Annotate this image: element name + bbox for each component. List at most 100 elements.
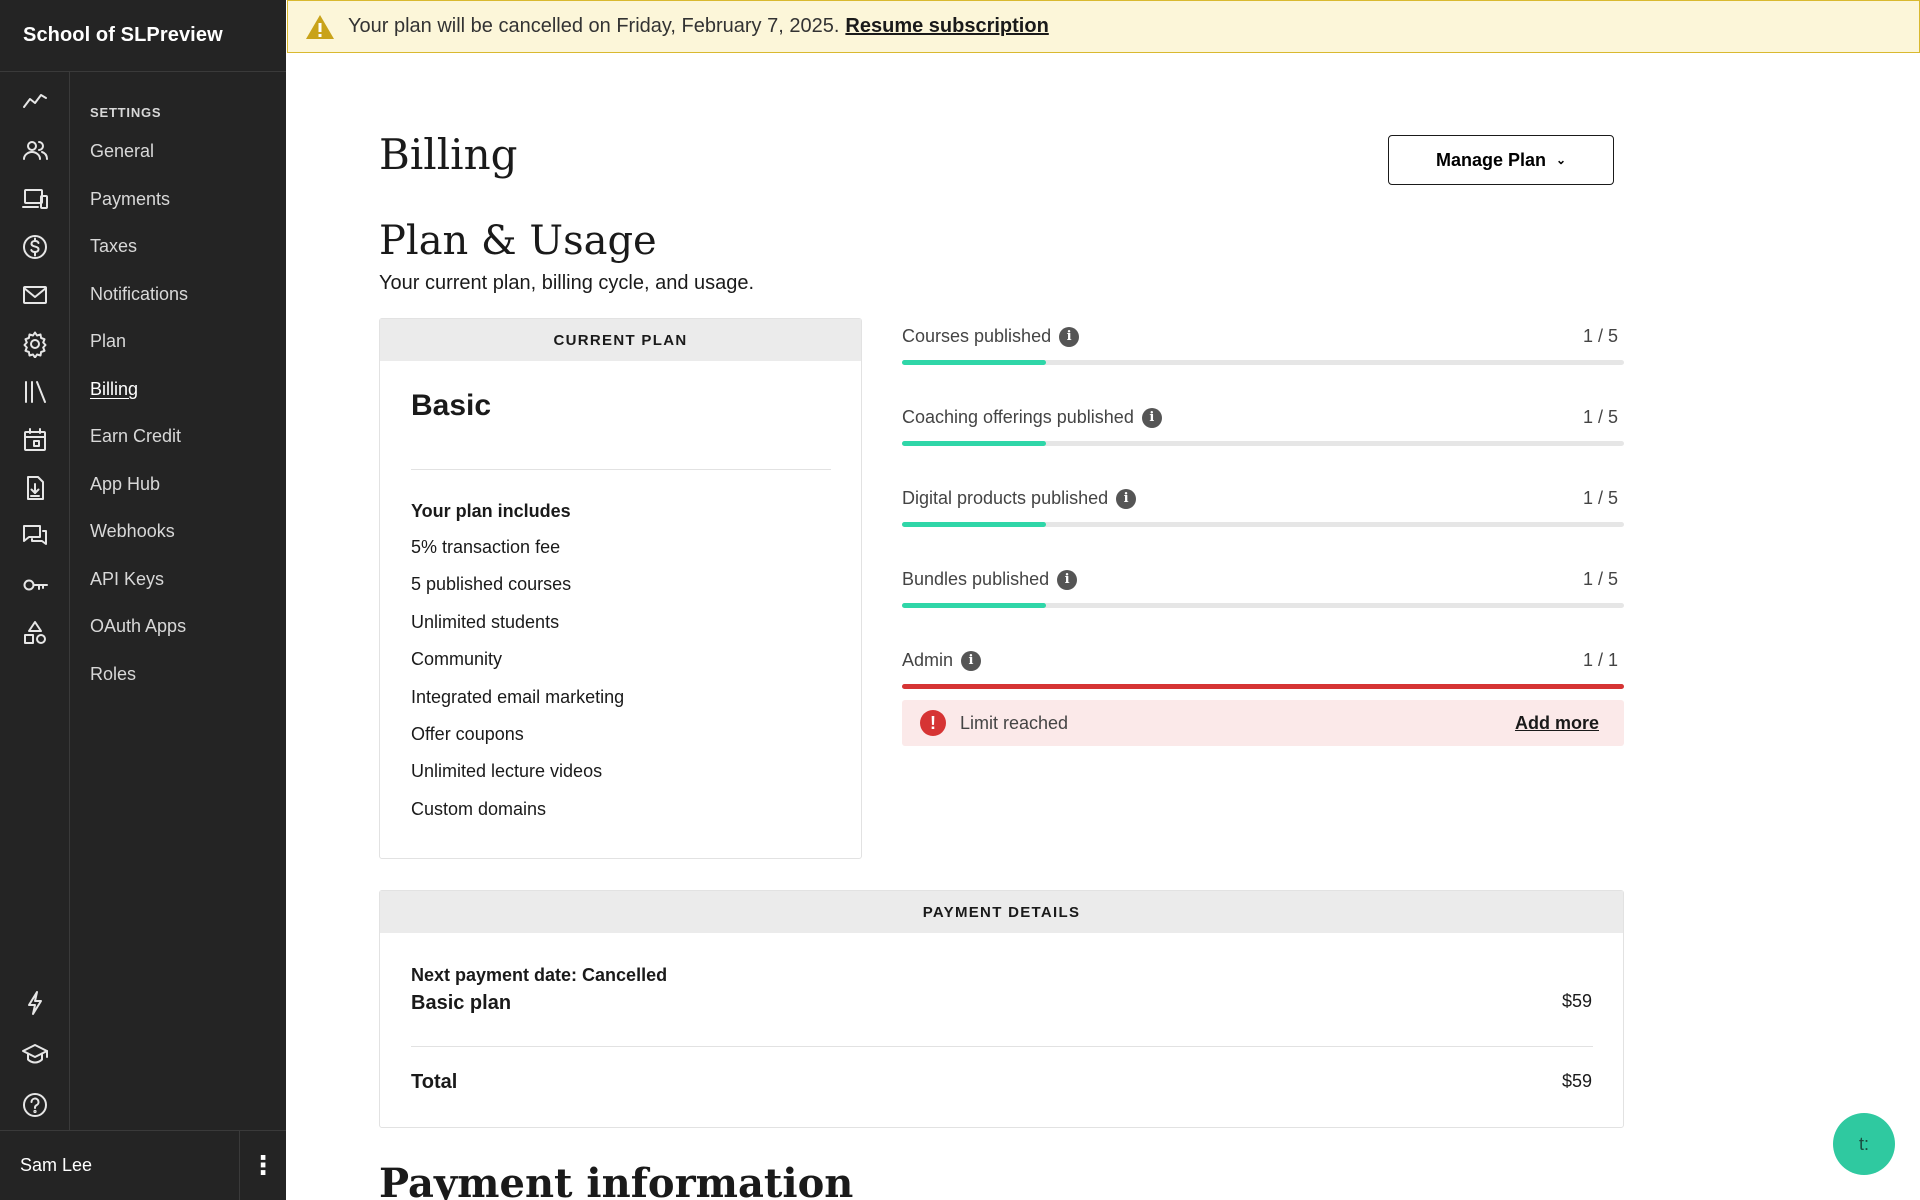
calendar-icon[interactable] (19, 424, 51, 456)
total-label: Total (411, 1071, 458, 1093)
meter-fill (902, 522, 1047, 527)
limit-text: Limit reached (960, 712, 1069, 733)
list-item: Unlimited lecture videos (411, 761, 603, 782)
chat-launcher-label: t: (1858, 1133, 1869, 1154)
sidebar-item-payments[interactable]: Payments (90, 176, 280, 224)
meter-label: Coaching offerings published (902, 407, 1134, 427)
meter-track (902, 603, 1624, 608)
info-icon[interactable]: i (1141, 407, 1162, 428)
help-icon[interactable] (19, 1089, 51, 1121)
school-header[interactable]: School of SLPreview (0, 0, 286, 72)
gear-icon[interactable] (19, 328, 51, 360)
info-icon[interactable]: i (1059, 326, 1080, 347)
list-item: Unlimited students (411, 611, 560, 632)
sidebar-item-webhooks[interactable]: Webhooks (90, 508, 280, 556)
info-icon[interactable]: i (961, 650, 982, 671)
settings-heading: SETTINGS (90, 105, 162, 120)
sidebar-item-notifications[interactable]: Notifications (90, 271, 280, 319)
current-plan-card: CURRENT PLAN Basic Your plan includes 5%… (379, 318, 862, 859)
more-vertical-icon[interactable]: ⋮ (240, 1131, 286, 1200)
list-item: Offer coupons (411, 723, 524, 744)
sidebar-item-general[interactable]: General (90, 128, 280, 176)
list-item: Community (411, 649, 503, 670)
payment-details-header: PAYMENT DETAILS (380, 891, 1623, 933)
chat-icon[interactable] (19, 520, 51, 552)
list-item: 5 published courses (411, 574, 572, 595)
chat-launcher-button[interactable]: t: (1833, 1113, 1895, 1175)
meter-label: Bundles published (902, 569, 1050, 589)
download-doc-icon[interactable] (19, 472, 51, 504)
sidebar-item-billing[interactable]: Billing (90, 366, 280, 414)
list-item: 5% transaction fee (411, 537, 561, 557)
usage-meter-digital-products: Digital products published i 1 / 5 (902, 482, 1624, 563)
plan-includes-title: Your plan includes (411, 501, 571, 521)
section-subtitle: Your current plan, billing cycle, and us… (379, 272, 755, 294)
users-icon[interactable] (19, 135, 51, 167)
mail-icon[interactable] (19, 279, 51, 311)
key-icon[interactable] (19, 569, 51, 601)
meter-value: 1 / 5 (1582, 326, 1618, 346)
sidebar-item-api-keys[interactable]: API Keys (90, 556, 280, 604)
meter-track (902, 522, 1624, 527)
info-icon[interactable]: i (1116, 488, 1137, 509)
shapes-icon[interactable] (19, 617, 51, 649)
cancellation-banner: Your plan will be cancelled on Friday, F… (287, 0, 1920, 53)
warning-icon (306, 14, 334, 39)
add-more-link[interactable]: Add more (1515, 713, 1599, 734)
next-payment-date: Next payment date: Cancelled (411, 965, 668, 985)
meter-track (902, 360, 1624, 365)
dollar-icon[interactable] (19, 231, 51, 263)
sidebar-item-app-hub[interactable]: App Hub (90, 461, 280, 509)
usage-meter-courses: Courses published i 1 / 5 (902, 320, 1624, 401)
settings-nav: SETTINGS General Payments Taxes Notifica… (90, 100, 280, 698)
sidebar-item-taxes[interactable]: Taxes (90, 223, 280, 271)
user-footer: Sam Lee ⋮ (0, 1130, 286, 1200)
lightning-icon[interactable] (19, 987, 51, 1019)
usage-meter-coaching: Coaching offerings published i 1 / 5 (902, 401, 1624, 482)
divider (411, 469, 831, 470)
meter-label: Courses published (902, 326, 1052, 346)
icon-rail (0, 72, 70, 1130)
payment-details-card: PAYMENT DETAILS Next payment date: Cance… (379, 890, 1624, 1128)
devices-icon[interactable] (19, 183, 51, 215)
meter-fill (902, 684, 1624, 689)
list-item: Custom domains (411, 798, 547, 819)
limit-reached-alert: ! Limit reached Add more (902, 700, 1624, 746)
current-plan-header: CURRENT PLAN (380, 319, 861, 361)
meter-label: Admin (902, 650, 954, 670)
user-name[interactable]: Sam Lee (0, 1130, 240, 1200)
usage-meters: Courses published i 1 / 5 Coaching offeri… (902, 320, 1624, 725)
meter-track (902, 441, 1624, 446)
total-price: $59 (1561, 1071, 1592, 1091)
usage-meter-bundles: Bundles published i 1 / 5 (902, 563, 1624, 644)
info-icon[interactable]: i (1057, 569, 1078, 590)
feature-list: 5% transaction fee 5 published courses U… (411, 537, 624, 836)
meter-value: 1 / 5 (1582, 407, 1618, 427)
meter-value: 1 / 5 (1582, 488, 1618, 508)
meter-fill (902, 603, 1047, 608)
library-icon[interactable] (19, 376, 51, 408)
resume-subscription-link[interactable]: Resume subscription (845, 15, 1048, 38)
analytics-icon[interactable] (19, 84, 51, 116)
sidebar-item-oauth-apps[interactable]: OAuth Apps (90, 603, 280, 651)
meter-fill (902, 360, 1047, 365)
meter-track (902, 684, 1624, 689)
list-item: Integrated email marketing (411, 686, 625, 707)
meter-label: Digital products published (902, 488, 1109, 508)
manage-plan-label: Manage Plan (1435, 149, 1546, 170)
sidebar-item-earn-credit[interactable]: Earn Credit (90, 413, 280, 461)
plan-line-name: Basic plan (411, 992, 512, 1014)
manage-plan-button[interactable]: Manage Plan ⌄ (1388, 135, 1614, 185)
section-title: Plan & Usage (379, 218, 657, 264)
meter-fill (902, 441, 1047, 446)
error-icon: ! (920, 710, 946, 736)
divider (411, 1046, 1593, 1047)
plan-line-price: $59 (1561, 991, 1592, 1011)
meter-value: 1 / 1 (1582, 650, 1618, 670)
sidebar-item-plan[interactable]: Plan (90, 318, 280, 366)
school-name: School of SLPreview (23, 24, 223, 46)
sidebar-item-roles[interactable]: Roles (90, 651, 280, 699)
graduation-cap-icon[interactable] (19, 1038, 51, 1070)
sidebar: School of SLPreview SETTINGS General Pay… (0, 0, 286, 1200)
payment-information-title: Payment information (379, 1160, 854, 1200)
